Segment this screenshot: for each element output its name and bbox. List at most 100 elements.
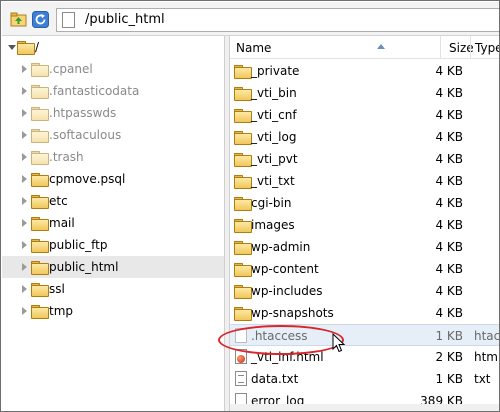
tree-item-ssl[interactable]: ssl — [2, 278, 224, 300]
folder-icon — [31, 173, 49, 187]
tree-item-tmp[interactable]: tmp — [2, 300, 224, 322]
expand-icon[interactable] — [22, 285, 27, 293]
page-icon — [62, 12, 75, 28]
file-list: Name Size Type _private 4 KB _vti_bin 4 … — [230, 36, 500, 411]
file-row-data-txt[interactable]: data.txt 1 KB txt — [230, 368, 499, 390]
file-size: 4 KB — [435, 86, 463, 100]
tree-item-public-html[interactable]: public_html — [2, 256, 224, 278]
tree-item-label: public_html — [49, 260, 119, 274]
file-name: cgi-bin — [251, 196, 292, 210]
file-type: htacc — [474, 329, 500, 343]
expand-icon[interactable] — [22, 153, 27, 161]
mouse-cursor-icon — [332, 333, 346, 353]
file-size: 2 KB — [435, 350, 463, 364]
expand-icon[interactable] — [22, 131, 27, 139]
file-row-cgi-bin[interactable]: cgi-bin 4 KB — [230, 192, 499, 214]
file-size: 4 KB — [435, 130, 463, 144]
file-row-private[interactable]: _private 4 KB — [230, 60, 499, 82]
file-name: _vti_txt — [251, 174, 295, 188]
expand-icon[interactable] — [22, 109, 27, 117]
expand-icon[interactable] — [22, 219, 27, 227]
column-header-name[interactable]: Name — [236, 41, 271, 55]
tree-item-mail[interactable]: mail — [2, 212, 224, 234]
folder-icon — [31, 283, 49, 297]
path-field[interactable]: /public_html — [56, 8, 499, 32]
folder-icon — [31, 129, 49, 143]
folder-icon — [234, 109, 252, 123]
file-name: wp-content — [251, 262, 319, 276]
refresh-icon[interactable] — [32, 11, 49, 28]
folder-icon — [234, 131, 252, 145]
folder-icon — [234, 219, 252, 233]
expand-icon[interactable] — [22, 65, 27, 73]
file-name: wp-snapshots — [251, 306, 334, 320]
file-size: 4 KB — [435, 284, 463, 298]
sort-ascending-icon — [377, 44, 385, 49]
tree-item-etc[interactable]: etc — [2, 190, 224, 212]
folder-icon — [31, 63, 49, 77]
folder-icon — [234, 87, 252, 101]
tree-item-trash[interactable]: .trash — [2, 146, 224, 168]
tree-item-fantasticodata[interactable]: .fantasticodata — [2, 80, 224, 102]
folder-icon — [31, 305, 49, 319]
file-manager-window: /public_html / .cpanel .fantasticodata .… — [0, 0, 500, 412]
tree-item-label: cpmove.psql — [49, 172, 126, 186]
file-name: _private — [251, 64, 300, 78]
folder-icon — [234, 241, 252, 255]
file-size: 1 KB — [435, 329, 463, 343]
file-size: 4 KB — [435, 152, 463, 166]
directory-tree: / .cpanel .fantasticodata .htpasswds .so… — [2, 36, 224, 411]
file-name: _vti_pvt — [251, 152, 298, 166]
file-row-vti-pvt[interactable]: _vti_pvt 4 KB — [230, 148, 499, 170]
file-size: 1 KB — [435, 372, 463, 386]
file-row-vti-bin[interactable]: _vti_bin 4 KB — [230, 82, 499, 104]
file-type: txt — [474, 372, 491, 386]
tree-item-htpasswds[interactable]: .htpasswds — [2, 102, 224, 124]
expand-icon[interactable] — [22, 241, 27, 249]
tree-item-label: mail — [49, 216, 75, 230]
folder-icon — [31, 217, 49, 231]
folder-icon — [234, 65, 252, 79]
file-name: data.txt — [251, 372, 299, 386]
folder-up-icon[interactable] — [10, 11, 27, 28]
file-size: 4 KB — [435, 64, 463, 78]
file-row-wp-content[interactable]: wp-content 4 KB — [230, 258, 499, 280]
folder-icon — [31, 239, 49, 253]
tree-item-cpanel[interactable]: .cpanel — [2, 58, 224, 80]
file-name: wp-includes — [251, 284, 323, 298]
collapse-icon[interactable] — [8, 45, 16, 50]
toolbar: /public_html — [2, 2, 499, 36]
file-row-wp-includes[interactable]: wp-includes 4 KB — [230, 280, 499, 302]
file-row-wp-snapshots[interactable]: wp-snapshots 4 KB — [230, 302, 499, 324]
column-divider[interactable] — [440, 36, 441, 59]
column-header-type[interactable]: Type — [475, 41, 499, 55]
file-size: 4 KB — [435, 108, 463, 122]
file-row-vti-cnf[interactable]: _vti_cnf 4 KB — [230, 104, 499, 126]
expand-icon[interactable] — [22, 263, 27, 271]
file-name: _vti_log — [251, 130, 297, 144]
tree-item-label: ssl — [49, 282, 65, 296]
column-divider[interactable] — [470, 36, 471, 59]
file-row-vti-txt[interactable]: _vti_txt 4 KB — [230, 170, 499, 192]
list-header: Name Size Type — [230, 36, 499, 59]
folder-icon — [234, 285, 252, 299]
text-file-icon — [235, 371, 247, 386]
horizontal-scrollbar[interactable] — [230, 404, 499, 411]
tree-root[interactable]: / — [2, 36, 224, 58]
file-row-images[interactable]: images 4 KB — [230, 214, 499, 236]
file-size: 4 KB — [435, 218, 463, 232]
tree-item-cpmove[interactable]: cpmove.psql — [2, 168, 224, 190]
expand-icon[interactable] — [22, 175, 27, 183]
file-size: 4 KB — [435, 174, 463, 188]
folder-icon — [31, 151, 49, 165]
file-row-vti-log[interactable]: _vti_log 4 KB — [230, 126, 499, 148]
file-name: images — [251, 218, 295, 232]
expand-icon[interactable] — [22, 197, 27, 205]
tree-item-public-ftp[interactable]: public_ftp — [2, 234, 224, 256]
expand-icon[interactable] — [22, 87, 27, 95]
tree-item-label: .cpanel — [49, 62, 93, 76]
expand-icon[interactable] — [22, 307, 27, 315]
file-row-wp-admin[interactable]: wp-admin 4 KB — [230, 236, 499, 258]
tree-item-label: tmp — [49, 304, 74, 318]
tree-item-softaculous[interactable]: .softaculous — [2, 124, 224, 146]
